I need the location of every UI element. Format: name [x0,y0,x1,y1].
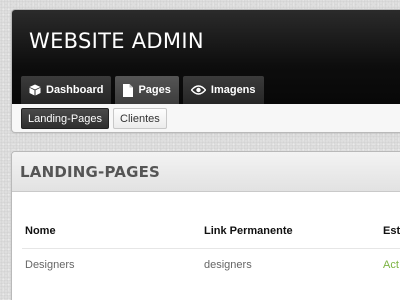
column-header-estado[interactable]: Esta [380,214,400,249]
sub-nav-tabs: Landing-Pages Clientes [21,108,167,129]
content-panel: LANDING-PAGES Nome Link Permanente Esta … [11,151,400,300]
cell-nome[interactable]: Designers [22,248,201,282]
table-row[interactable]: Designers designers Act [22,248,400,282]
site-title: WEBSITE ADMIN [29,29,204,53]
page-title: LANDING-PAGES [20,162,161,181]
tab-dashboard-label: Dashboard [46,84,104,96]
subtab-landing-pages[interactable]: Landing-Pages [21,108,110,129]
tab-pages[interactable]: Pages [115,76,179,104]
header-bar: WEBSITE ADMIN Dashboard Pages Imagens [12,10,400,104]
cell-status: Act [383,259,399,272]
eye-icon [190,85,206,95]
tab-imagens-label: Imagens [210,84,256,96]
landing-pages-table: Nome Link Permanente Esta Designers desi… [22,214,400,282]
tab-pages-label: Pages [138,84,171,96]
subtab-clientes[interactable]: Clientes [113,108,167,129]
table-header-row: Nome Link Permanente Esta [22,214,400,249]
tab-imagens[interactable]: Imagens [182,76,264,104]
cell-link: designers [204,259,252,272]
document-icon [123,83,134,97]
admin-header-panel: WEBSITE ADMIN Dashboard Pages Imagens La… [11,9,400,133]
cube-icon [29,84,41,96]
content-header: LANDING-PAGES [12,152,400,192]
main-nav-tabs: Dashboard Pages Imagens [21,76,264,104]
tab-dashboard[interactable]: Dashboard [21,76,112,104]
column-header-link[interactable]: Link Permanente [201,214,380,249]
column-header-nome[interactable]: Nome [22,214,201,249]
